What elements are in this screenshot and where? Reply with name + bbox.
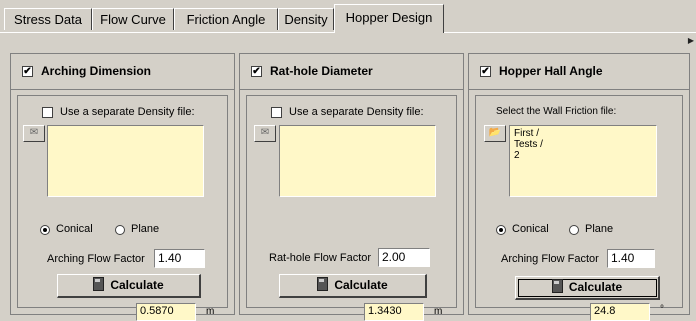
- rat-hole-result-value: 1.3430: [364, 303, 424, 321]
- calculator-icon: [551, 279, 563, 293]
- hopper-hall-angle-panel: ✔ Hopper Hall Angle Select the Wall Fric…: [468, 53, 690, 321]
- calculator-icon: [93, 277, 105, 291]
- plane-radio-label: Plane: [585, 223, 614, 235]
- calculate-rat-hole-button[interactable]: Calculate: [279, 274, 427, 298]
- conical-radio-label: Conical: [512, 223, 549, 235]
- arching-dimension-header: ✔ Arching Dimension: [11, 54, 234, 90]
- envelope-icon: ✉: [29, 127, 39, 138]
- density-file-box[interactable]: [47, 125, 204, 197]
- conical-radio-label: Conical: [56, 223, 93, 235]
- plane-radio[interactable]: [569, 225, 579, 235]
- tab-hopper-design[interactable]: Hopper Design: [334, 4, 444, 33]
- hopper-hall-angle-header: ✔ Hopper Hall Angle: [469, 54, 689, 90]
- rat-hole-diameter-panel: ✔ Rat-hole Diameter Use a separate Densi…: [239, 53, 464, 321]
- arching-flow-factor-input[interactable]: 1.40: [607, 249, 655, 268]
- tab-density[interactable]: Density: [278, 8, 334, 30]
- calculate-label: Calculate: [110, 278, 164, 292]
- rat-hole-result-unit: m: [434, 306, 443, 317]
- rat-hole-flow-factor-label: Rat-hole Flow Factor: [269, 252, 372, 264]
- hopper-design-page: ✔ Arching Dimension Use a separate Densi…: [0, 33, 696, 321]
- wall-friction-file-box[interactable]: First / Tests / 2: [509, 125, 657, 197]
- conical-radio[interactable]: [40, 225, 50, 235]
- browse-density-file-button[interactable]: ✉: [23, 125, 45, 142]
- calculate-arching-button[interactable]: Calculate: [57, 274, 201, 298]
- use-density-file-label: Use a separate Density file:: [60, 106, 195, 118]
- tab-friction-angle[interactable]: Friction Angle: [174, 8, 278, 30]
- arching-dimension-panel: ✔ Arching Dimension Use a separate Densi…: [10, 53, 235, 321]
- tab-flow-curve[interactable]: Flow Curve: [92, 8, 174, 30]
- arching-dimension-title: Arching Dimension: [41, 64, 152, 78]
- rat-hole-diameter-header: ✔ Rat-hole Diameter: [240, 54, 463, 90]
- hopper-angle-result-unit: °: [660, 304, 664, 315]
- arching-flow-factor-label: Arching Flow Factor: [47, 253, 145, 265]
- rat-hole-diameter-checkbox[interactable]: ✔: [251, 66, 262, 77]
- arching-dimension-checkbox[interactable]: ✔: [22, 66, 33, 77]
- tab-strip: Stress Data Flow Curve Friction Angle De…: [0, 0, 696, 45]
- rat-hole-flow-factor-input[interactable]: 2.00: [378, 248, 430, 267]
- tab-stress-data[interactable]: Stress Data: [4, 8, 92, 30]
- calculator-icon: [317, 277, 329, 291]
- conical-radio[interactable]: [496, 225, 506, 235]
- use-density-file-checkbox[interactable]: [42, 107, 53, 118]
- arching-flow-factor-label: Arching Flow Factor: [501, 253, 599, 265]
- plane-radio-label: Plane: [131, 223, 160, 235]
- use-density-file-checkbox[interactable]: [271, 107, 282, 118]
- file-line: First /: [514, 128, 539, 139]
- file-line: Tests /: [514, 139, 543, 150]
- file-line: 2: [514, 150, 520, 161]
- arching-result-unit: m: [206, 306, 215, 317]
- calculate-label: Calculate: [334, 278, 388, 292]
- arching-dimension-body: Use a separate Density file: ✉ Conical P…: [17, 95, 228, 321]
- rat-hole-diameter-body: Use a separate Density file: ✉ Rat-hole …: [246, 95, 457, 321]
- density-file-box[interactable]: [279, 125, 436, 197]
- rat-hole-diameter-title: Rat-hole Diameter: [270, 64, 373, 78]
- calculate-label: Calculate: [568, 280, 623, 294]
- arching-flow-factor-input[interactable]: 1.40: [154, 249, 205, 268]
- hopper-hall-angle-checkbox[interactable]: ✔: [480, 66, 491, 77]
- use-density-file-label: Use a separate Density file:: [289, 106, 424, 118]
- hopper-hall-angle-title: Hopper Hall Angle: [499, 64, 603, 78]
- open-wall-friction-file-button[interactable]: 📂: [484, 125, 506, 142]
- envelope-icon: ✉: [260, 127, 270, 138]
- hopper-angle-result-value: 24.8: [590, 303, 650, 321]
- calculate-hopper-angle-button[interactable]: Calculate: [515, 276, 660, 300]
- hopper-hall-angle-body: Select the Wall Friction file: 📂 First /…: [475, 95, 683, 321]
- select-wall-friction-label: Select the Wall Friction file:: [496, 106, 617, 117]
- open-folder-icon: 📂: [488, 127, 502, 138]
- arching-result-value: 0.5870: [136, 303, 196, 321]
- plane-radio[interactable]: [115, 225, 125, 235]
- browse-density-file-button[interactable]: ✉: [254, 125, 276, 142]
